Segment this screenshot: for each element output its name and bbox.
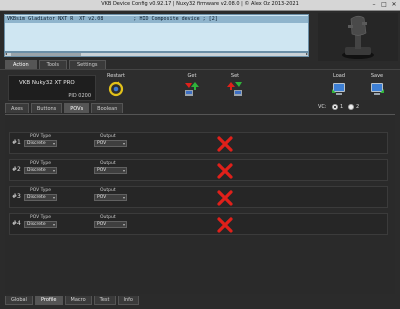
window-title: VKB Device Config v0.92.17 | Nuxy32 firm… [101,1,299,7]
pov-row: #1 POV Type Discrete ▾ Output POV ▾ [9,132,388,154]
pov-type-label: POV Type [30,188,52,193]
vc-radio-1[interactable] [332,104,338,110]
get-button[interactable]: Get [177,73,207,97]
pov-output-label: Output [100,215,116,220]
load-label: Load [333,73,345,79]
pov-output-value: POV [97,195,107,200]
restart-button[interactable]: Restart [101,73,131,97]
tab-macro[interactable]: Macro [64,296,92,305]
pov-type-label: POV Type [30,161,52,166]
pov-output-select[interactable]: POV ▾ [94,194,127,201]
chevron-down-icon: ▾ [122,222,125,227]
pov-row: #3 POV Type Discrete ▾ Output POV ▾ [9,186,388,208]
chevron-down-icon: ▾ [122,141,125,146]
chevron-down-icon: ▾ [122,168,125,173]
main-tabs: Action Tools Settings [5,60,106,69]
restart-label: Restart [107,73,125,79]
pov-type-label: POV Type [30,134,52,139]
tab-info[interactable]: Info [117,296,139,305]
get-download-arrows-icon [185,82,199,96]
tab-tools[interactable]: Tools [38,60,67,69]
pov-output-label: Output [100,134,116,139]
pov-output-value: POV [97,222,107,227]
pov-output-value: POV [97,141,107,146]
pov-type-select[interactable]: Discrete ▾ [24,140,57,147]
pov-output-label: Output [100,188,116,193]
pov-type-value: Discrete [27,195,46,200]
tab-axes[interactable]: Axes [5,103,29,113]
pov-type-value: Discrete [27,168,46,173]
chevron-down-icon: ▾ [52,195,55,200]
save-label: Save [370,73,384,79]
minimize-button[interactable]: – [370,1,378,9]
pov-type-select[interactable]: Discrete ▾ [24,194,57,201]
save-button[interactable]: Save [362,73,392,97]
tab-povs[interactable]: POVs [64,103,90,113]
restart-cycle-icon [108,81,124,97]
chevron-down-icon: ▾ [52,168,55,173]
pov-type-value: Discrete [27,141,46,146]
set-label: Set [230,73,240,79]
device-pid: PID 0200 [68,93,91,99]
set-button[interactable]: Set [220,73,250,97]
device-list-scrollbar[interactable]: ◂ ▸ [4,52,309,57]
tab-test[interactable]: Test [93,296,116,305]
pov-output-select[interactable]: POV ▾ [94,140,127,147]
joystick-image [318,13,398,61]
vc-label: VC: [318,104,327,110]
chevron-down-icon: ▾ [122,195,125,200]
window-titlebar: VKB Device Config v0.92.17 | Nuxy32 firm… [0,0,400,11]
pov-number: #3 [12,193,21,200]
profile-sub-tabs: Axes Buttons POVs Boolean [5,103,124,113]
tab-action[interactable]: Action [5,60,37,69]
device-info-card: VKB Nuky32 XT PRO PID 0200 [8,75,96,101]
pov-number: #2 [12,166,21,173]
vc-radio-1-label: 1 [340,104,344,110]
pov-output-value: POV [97,168,107,173]
load-computer-icon [332,83,345,95]
tab-profile[interactable]: Profile [34,296,63,305]
maximize-button[interactable]: □ [380,1,388,9]
pov-output-select[interactable]: POV ▾ [94,221,127,228]
device-name: VKB Nuky32 XT PRO [19,80,75,86]
pov-output-select[interactable]: POV ▾ [94,167,127,174]
device-list[interactable]: VKBsim Gladiator NXT R XT v2.08 ; HID Co… [4,14,309,52]
device-list-row[interactable]: VKBsim Gladiator NXT R XT v2.08 ; HID Co… [5,16,308,23]
action-toolbar: VKB Nuky32 XT PRO PID 0200 Restart Get S… [0,69,400,101]
pov-type-select[interactable]: Discrete ▾ [24,167,57,174]
red-x-icon [217,163,233,179]
pov-row: #4 POV Type Discrete ▾ Output POV ▾ [9,213,388,235]
pov-type-select[interactable]: Discrete ▾ [24,221,57,228]
chevron-down-icon: ▾ [52,141,55,146]
scroll-right-icon[interactable]: ▸ [306,52,308,56]
tab-boolean[interactable]: Boolean [91,103,124,113]
tab-buttons[interactable]: Buttons [30,103,63,113]
scroll-left-icon[interactable]: ◂ [5,52,7,56]
tab-global[interactable]: Global [5,296,33,305]
close-button[interactable]: ✕ [390,1,398,9]
bottom-tabs: Global Profile Macro Test Info [5,296,139,305]
red-x-icon [217,136,233,152]
set-upload-arrows-icon [227,82,242,96]
red-x-icon [217,217,233,233]
pov-type-label: POV Type [30,215,52,220]
pov-output-label: Output [100,161,116,166]
load-button[interactable]: Load [324,73,354,97]
get-label: Get [187,73,197,79]
pov-row: #2 POV Type Discrete ▾ Output POV ▾ [9,159,388,181]
red-x-icon [217,190,233,206]
vc-radio-2[interactable] [348,104,354,110]
povs-panel: #1 POV Type Discrete ▾ Output POV ▾ #2 POV… [5,114,395,294]
vc-radio-2-label: 2 [356,104,360,110]
scrollbar-thumb[interactable] [11,53,81,56]
pov-number: #1 [12,139,21,146]
chevron-down-icon: ▾ [52,222,55,227]
pov-type-value: Discrete [27,222,46,227]
save-computer-icon [371,83,384,95]
pov-number: #4 [12,220,21,227]
tab-settings[interactable]: Settings [69,60,106,69]
